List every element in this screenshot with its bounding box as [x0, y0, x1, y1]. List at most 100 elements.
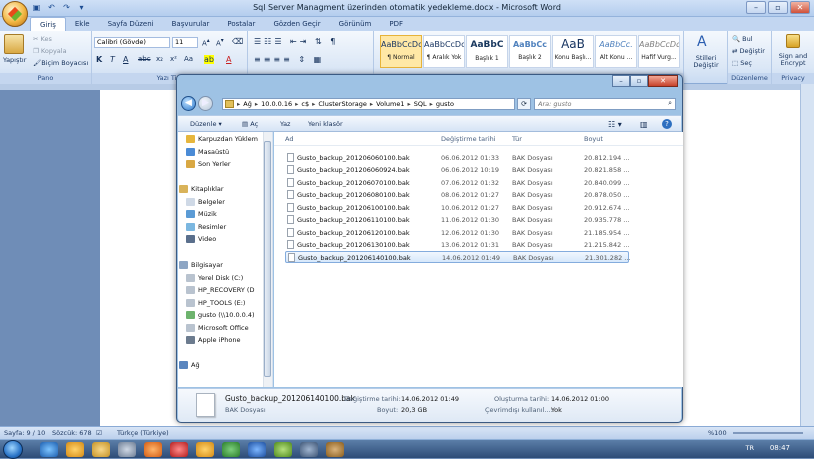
replace-button[interactable]: ⇄ Değiştir — [732, 47, 765, 55]
style-subtle-emphasis[interactable]: AaBbCcDc Hafif Vurg... — [638, 35, 680, 68]
superscript-icon[interactable]: x² — [170, 55, 177, 63]
style-title[interactable]: AaB Konu Başlı... — [552, 35, 594, 68]
firefox-icon[interactable] — [144, 442, 162, 457]
style-normal[interactable]: AaBbCcDc ¶ Normal — [380, 35, 422, 68]
nav-item-network-drive[interactable]: gusto (\\10.0.0.4) — [186, 311, 255, 319]
copy-button[interactable]: ❐ Kopyala — [33, 47, 67, 55]
office-button[interactable] — [2, 1, 28, 27]
view-options-icon[interactable]: ☷ ▾ — [608, 120, 622, 129]
breadcrumb-share[interactable]: c$ — [301, 100, 309, 108]
zoom-level[interactable]: %100 — [708, 429, 727, 437]
nav-scrollbar-thumb[interactable] — [264, 141, 271, 377]
file-row[interactable]: Gusto_backup_201206120100.bak 12.06.2012 … — [285, 227, 629, 239]
file-row[interactable]: Gusto_backup_201206070100.bak 07.06.2012 … — [285, 177, 629, 189]
format-painter-button[interactable]: 🖌Biçim Boyacısı — [33, 59, 88, 67]
nav-item-office[interactable]: Microsoft Office — [186, 324, 249, 332]
list-icons[interactable]: ☰☷☰ ⇤⇥ ⇅ ¶ — [254, 37, 338, 46]
underline-icon[interactable]: A — [123, 55, 128, 64]
search-icon[interactable]: ⌕ — [668, 99, 672, 108]
tab-mailings[interactable]: Postalar — [218, 17, 264, 31]
find-button[interactable]: 🔍 Bul — [732, 35, 753, 43]
back-button[interactable]: ◀ — [181, 96, 196, 111]
media-player-icon[interactable] — [118, 442, 136, 457]
help-icon[interactable]: ? — [662, 119, 672, 129]
highlight-icon[interactable]: ab — [204, 55, 214, 64]
nav-item-documents[interactable]: Belgeler — [186, 198, 225, 206]
tab-page-layout[interactable]: Sayfa Düzeni — [99, 17, 163, 31]
app-icon-lime[interactable] — [274, 442, 292, 457]
file-row[interactable]: Gusto_backup_201206110100.bak 11.06.2012 … — [285, 214, 629, 226]
paste-button[interactable]: Yapıştır — [3, 56, 26, 64]
grow-font-icon[interactable]: A▴ — [202, 38, 210, 47]
column-size[interactable]: Boyut — [584, 135, 603, 143]
explorer-minimize-button[interactable]: – — [612, 75, 630, 87]
style-heading-2[interactable]: AaBbCc Başlık 2 — [509, 35, 551, 68]
preview-pane-icon[interactable]: ▥ — [640, 120, 648, 129]
nav-item-favorite[interactable]: Karpuzdan Yüklem — [186, 135, 258, 143]
sign-encrypt-button[interactable]: Sign and Encrypt — [773, 53, 813, 67]
tab-view[interactable]: Görünüm — [330, 17, 381, 31]
print-button[interactable]: Yaz — [280, 120, 290, 128]
nav-item-pictures[interactable]: Resimler — [186, 223, 226, 231]
search-input[interactable] — [538, 99, 663, 109]
chrome-icon[interactable] — [66, 442, 84, 457]
tab-home[interactable]: Giriş — [30, 17, 66, 31]
clear-format-icon[interactable]: ⌫ — [232, 37, 243, 46]
column-name[interactable]: Ad — [285, 135, 293, 143]
italic-icon[interactable]: T — [110, 55, 115, 64]
shrink-font-icon[interactable]: A▾ — [216, 38, 224, 47]
explorer-taskbar-icon[interactable] — [92, 442, 110, 457]
new-folder-button[interactable]: Yeni klasör — [308, 120, 343, 128]
column-date[interactable]: Değiştirme tarihi — [441, 135, 496, 143]
file-row[interactable]: Gusto_backup_201206060100.bak 06.06.2012 … — [285, 152, 629, 164]
app-icon-gray[interactable] — [300, 442, 318, 457]
nav-item-videos[interactable]: Video — [186, 235, 216, 243]
nav-item-desktop[interactable]: Masaüstü — [186, 148, 229, 156]
open-button[interactable]: ▤ Aç — [242, 120, 258, 128]
column-type[interactable]: Tür — [512, 135, 522, 143]
nav-item-drive-d[interactable]: HP_RECOVERY (D — [186, 286, 254, 294]
address-bar[interactable]: ▸ Ağ ▸ 10.0.0.16 ▸ c$ ▸ ClusterStorage ▸ Vol… — [222, 98, 515, 110]
start-button[interactable] — [3, 440, 23, 459]
breadcrumb-host[interactable]: 10.0.0.16 — [261, 100, 292, 108]
document-scrollbar[interactable] — [800, 84, 814, 426]
app-icon-chrome2[interactable] — [196, 442, 214, 457]
tray-language[interactable]: TR — [746, 444, 755, 452]
cut-button[interactable]: ✂ Kes — [33, 35, 52, 43]
align-icons[interactable]: ≡≡≡≡ ⇕ ▦ — [254, 55, 324, 64]
breadcrumb-gusto[interactable]: gusto — [436, 100, 454, 108]
strikethrough-icon[interactable]: abc — [138, 55, 151, 63]
app-icon-red[interactable] — [170, 442, 188, 457]
nav-item-music[interactable]: Müzik — [186, 210, 217, 218]
ie-icon[interactable] — [40, 442, 58, 457]
change-styles-button[interactable]: Stilleri Değiştir — [686, 55, 726, 69]
file-row[interactable]: Gusto_backup_201206080100.bak 08.06.2012 … — [285, 189, 629, 201]
breadcrumb-network[interactable]: Ağ — [243, 100, 252, 108]
bold-icon[interactable]: K — [96, 55, 102, 64]
explorer-maximize-button[interactable]: ▫ — [630, 75, 648, 87]
nav-item-drive-e[interactable]: HP_TOOLS (E:) — [186, 299, 245, 307]
change-case-icon[interactable]: Aa — [184, 55, 193, 63]
tab-insert[interactable]: Ekle — [66, 17, 99, 31]
breadcrumb-sql[interactable]: SQL — [414, 100, 427, 108]
nav-group-network[interactable]: Ağ — [179, 361, 200, 369]
tab-review[interactable]: Gözden Geçir — [264, 17, 329, 31]
app-icon-brown[interactable] — [326, 442, 344, 457]
breadcrumb-clusterstorage[interactable]: ClusterStorage — [318, 100, 367, 108]
close-button[interactable]: ✕ — [790, 1, 810, 14]
style-no-spacing[interactable]: AaBbCcDc ¶ Aralık Yok — [423, 35, 465, 68]
file-row[interactable]: Gusto_backup_201206130100.bak 13.06.2012 … — [285, 239, 629, 251]
subscript-icon[interactable]: x₂ — [156, 55, 163, 63]
nav-group-libraries[interactable]: Kitaplıklar — [179, 185, 224, 193]
file-row[interactable]: Gusto_backup_201206100100.bak 10.06.2012 … — [285, 202, 629, 214]
paste-icon[interactable] — [4, 34, 24, 54]
word-taskbar-icon[interactable] — [248, 442, 266, 457]
tab-references[interactable]: Başvurular — [163, 17, 219, 31]
app-icon-green[interactable] — [222, 442, 240, 457]
nav-item-iphone[interactable]: Apple iPhone — [186, 336, 241, 344]
refresh-icon[interactable]: ⟳ — [517, 98, 531, 110]
font-color-icon[interactable]: A — [226, 55, 231, 64]
style-subtitle[interactable]: AaBbCc. Alt Konu ... — [595, 35, 637, 68]
nav-item-drive-c[interactable]: Yerel Disk (C:) — [186, 274, 243, 282]
breadcrumb-volume[interactable]: Volume1 — [376, 100, 404, 108]
